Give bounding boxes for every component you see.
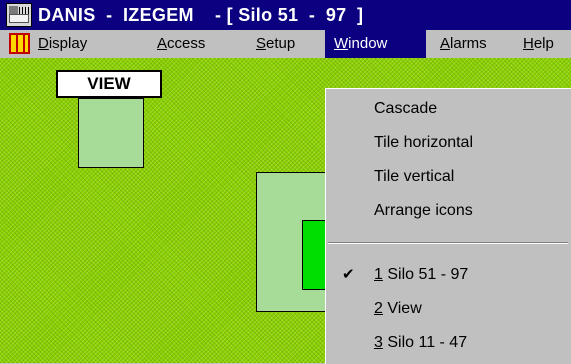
menu-window[interactable]: Window	[325, 30, 426, 58]
view-label[interactable]: VIEW	[56, 70, 162, 98]
menu-separator	[328, 242, 568, 244]
menu-display[interactable]: Display	[37, 30, 112, 58]
menu-item-arrange-icons[interactable]: Arrange icons	[326, 195, 571, 227]
window-title: DANIS - IZEGEM - [ Silo 51 - 97 ]	[38, 4, 364, 25]
app-icon[interactable]	[6, 3, 32, 27]
menu-item-tile-horizontal[interactable]: Tile horizontal	[326, 127, 571, 159]
menu-help[interactable]: Help	[523, 30, 571, 58]
menu-item-cascade[interactable]: Cascade	[326, 93, 571, 125]
view-box[interactable]	[78, 98, 144, 168]
checkmark-icon: ✔	[342, 266, 355, 283]
title-bar[interactable]: DANIS - IZEGEM - [ Silo 51 - 97 ]	[0, 0, 571, 30]
menu-bar: Display Access Setup Window Alarms Help	[0, 30, 571, 58]
document-icon[interactable]	[9, 33, 30, 54]
menu-item-window-1[interactable]: ✔ 1 Silo 51 - 97	[326, 259, 571, 291]
menu-setup[interactable]: Setup	[256, 30, 318, 58]
menu-access[interactable]: Access	[157, 30, 232, 58]
menu-item-tile-vertical[interactable]: Tile vertical	[326, 161, 571, 193]
window-menu-dropdown: Cascade Tile horizontal Tile vertical Ar…	[325, 88, 571, 364]
menu-alarms[interactable]: Alarms	[440, 30, 505, 58]
menu-item-window-2[interactable]: 2 View	[326, 293, 571, 325]
menu-item-window-3[interactable]: 3 Silo 11 - 47	[326, 327, 571, 359]
